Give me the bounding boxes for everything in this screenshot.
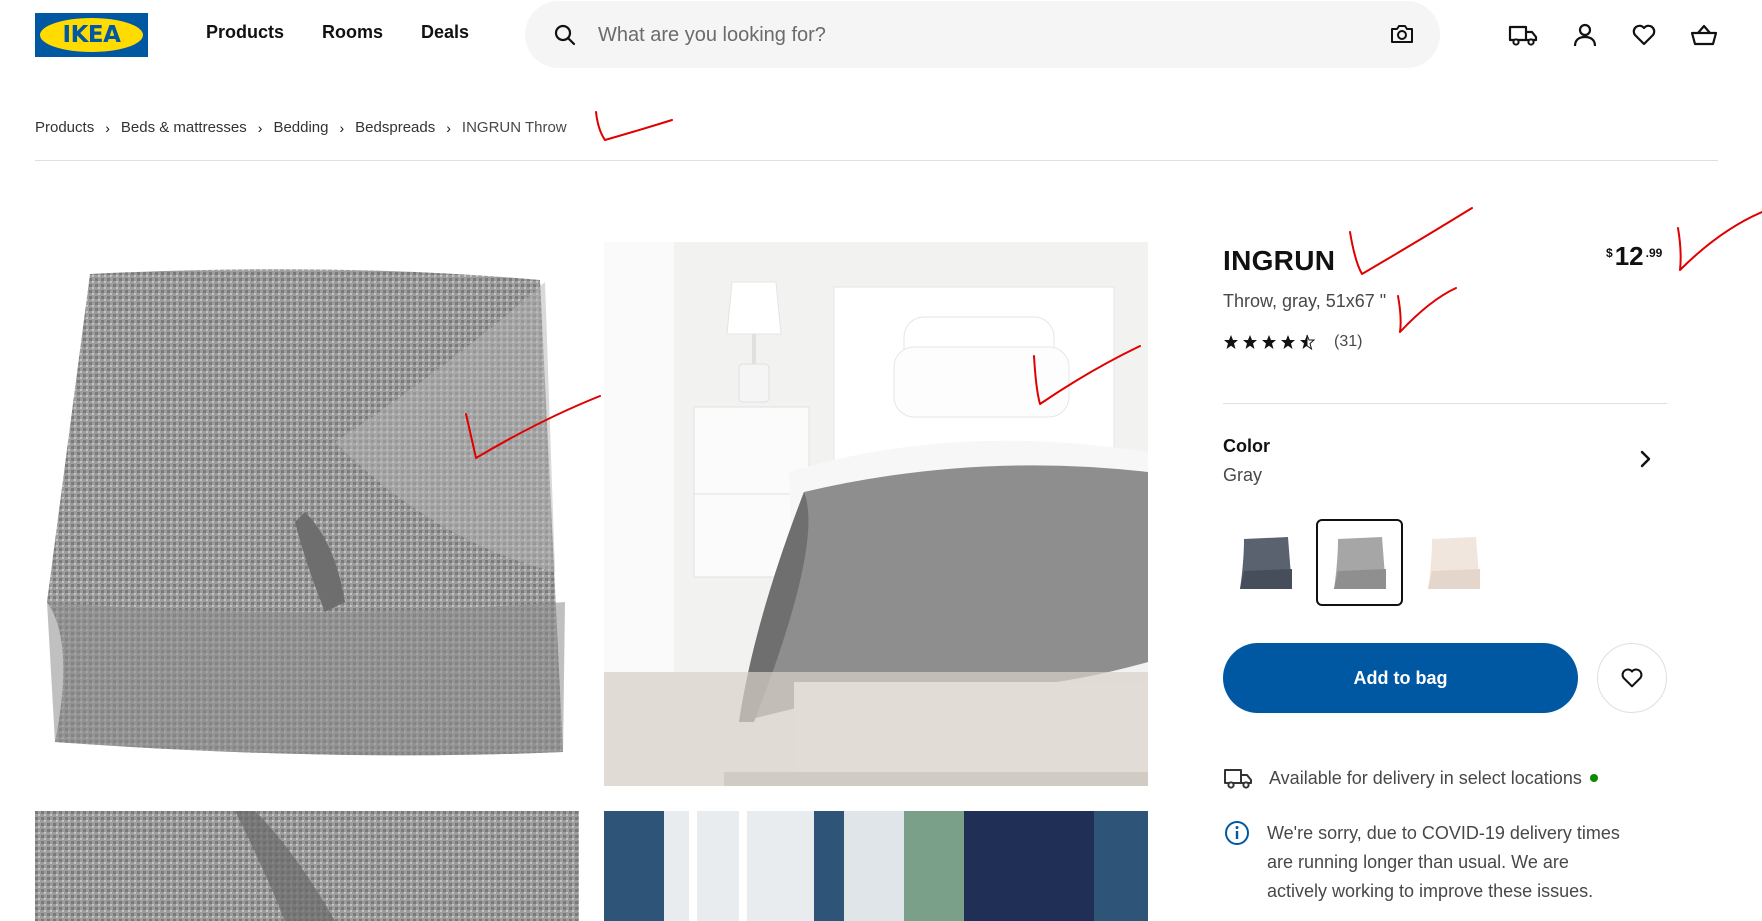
info-icon <box>1225 821 1249 845</box>
chevron-right-icon: › <box>105 119 110 136</box>
product-image-living-room[interactable] <box>604 811 1148 921</box>
checkmark <box>595 111 673 141</box>
breadcrumb: Products › Beds & mattresses › Bedding ›… <box>35 119 567 136</box>
chevron-right-icon: › <box>257 119 263 136</box>
chevron-right-icon[interactable] <box>1640 450 1652 473</box>
covid-notice: We're sorry, due to COVID-19 delivery ti… <box>1223 819 1627 906</box>
favourite-button[interactable] <box>1597 643 1667 713</box>
search-icon[interactable] <box>553 23 577 52</box>
chevron-right-icon: › <box>339 119 345 136</box>
breadcrumb-beds-mattresses[interactable]: Beds & mattresses <box>121 119 247 136</box>
checkmark <box>1349 207 1473 275</box>
price-integer: 12 <box>1614 241 1644 271</box>
checkmark <box>1397 287 1457 333</box>
color-swatch-off-white[interactable] <box>1410 519 1497 606</box>
main-nav: Products Rooms Deals <box>206 22 469 43</box>
info-divider <box>1223 403 1667 404</box>
half-star-icon <box>1300 334 1315 350</box>
product-image-closeup[interactable] <box>35 811 579 921</box>
rating-stars <box>1223 334 1315 350</box>
delivery-availability: Available for delivery in select locatio… <box>1223 765 1598 791</box>
price-decimal: .99 <box>1645 246 1663 260</box>
breadcrumb-products[interactable]: Products <box>35 119 94 136</box>
star-icon <box>1262 335 1276 349</box>
checkmark <box>1677 211 1762 271</box>
price-currency: $ <box>1606 246 1613 260</box>
color-swatch-gray[interactable] <box>1316 519 1403 606</box>
star-icon <box>1281 335 1295 349</box>
rating-count: (31) <box>1334 333 1363 350</box>
status-dot <box>1589 774 1598 782</box>
basket-icon[interactable] <box>1690 22 1718 53</box>
logo-text: IKEA <box>62 22 121 48</box>
truck-icon <box>1224 769 1252 789</box>
breadcrumb-bedspreads[interactable]: Bedspreads <box>355 119 435 136</box>
product-name: INGRUN <box>1223 245 1336 276</box>
product-image-folded-throw[interactable] <box>35 242 579 786</box>
heart-icon[interactable] <box>1631 22 1657 53</box>
product-rating[interactable]: (31) <box>1223 333 1362 351</box>
color-value: Gray <box>1223 465 1263 485</box>
star-icon <box>1243 335 1257 349</box>
add-to-bag-button[interactable]: Add to bag <box>1223 643 1578 713</box>
header-divider <box>35 160 1718 161</box>
notice-text: We're sorry, due to COVID-19 delivery ti… <box>1267 823 1620 901</box>
star-icon <box>1224 335 1238 349</box>
color-swatch-dark-gray[interactable] <box>1222 519 1309 606</box>
nav-products[interactable]: Products <box>206 22 284 43</box>
ikea-logo[interactable]: IKEA <box>35 13 148 57</box>
heart-icon <box>1621 668 1643 688</box>
search-input[interactable] <box>598 17 1358 53</box>
breadcrumb-bedding[interactable]: Bedding <box>273 119 328 136</box>
delivery-text: Available for delivery in select locatio… <box>1269 767 1582 788</box>
color-label: Color <box>1223 436 1270 456</box>
nav-deals[interactable]: Deals <box>421 22 469 43</box>
camera-icon[interactable] <box>1389 22 1415 51</box>
product-description: Throw, gray, 51x67 " <box>1223 291 1387 311</box>
logo-oval: IKEA <box>40 18 143 52</box>
nav-rooms[interactable]: Rooms <box>322 22 383 43</box>
search-bar <box>525 1 1440 68</box>
breadcrumb-current: INGRUN Throw <box>461 119 567 136</box>
user-icon[interactable] <box>1572 22 1598 53</box>
product-price: $ 12 .99 <box>1606 241 1662 272</box>
truck-icon[interactable] <box>1508 22 1538 53</box>
chevron-right-icon: › <box>446 119 451 136</box>
product-image-bedroom[interactable] <box>604 242 1148 786</box>
